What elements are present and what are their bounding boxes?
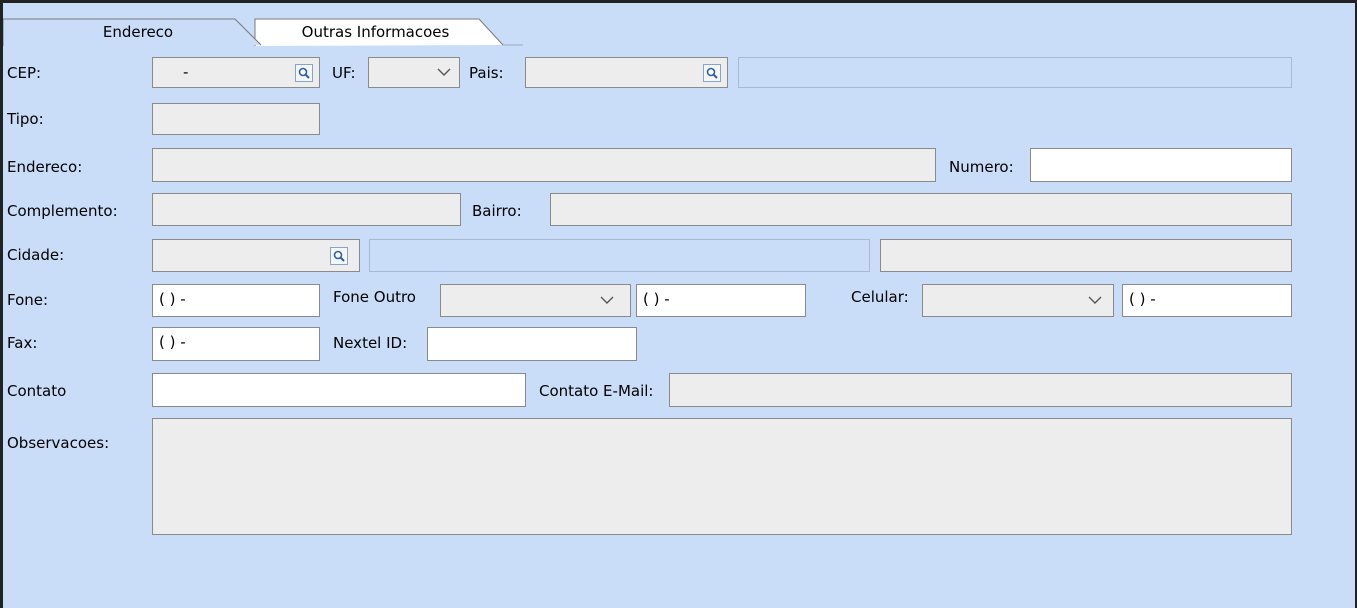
fone-label: Fone: (7, 291, 49, 309)
cidade-extra-display (880, 239, 1292, 272)
uf-chevron-down-icon[interactable] (437, 67, 451, 77)
fone-outro-chevron-down-icon[interactable] (600, 295, 614, 305)
nextel-label: Nextel ID: (333, 334, 408, 352)
pais-lookup-icon[interactable] (703, 64, 721, 82)
pais-input[interactable] (525, 57, 728, 88)
cidade-lookup-icon[interactable] (330, 247, 348, 265)
numero-input[interactable] (1030, 148, 1292, 182)
fone-outro-input[interactable]: ( ) - (636, 284, 806, 317)
pais-nome-display (738, 57, 1292, 88)
contato-input[interactable] (152, 373, 526, 407)
endereco-input[interactable] (152, 148, 936, 182)
cep-lookup-icon[interactable] (295, 64, 313, 82)
nextel-input[interactable] (427, 327, 637, 361)
cep-label: CEP: (7, 64, 42, 82)
tipo-input[interactable] (152, 103, 320, 135)
complemento-input[interactable] (152, 193, 461, 226)
cidade-nome-display (369, 239, 870, 272)
celular-tipo-select[interactable] (922, 284, 1114, 317)
fone-input[interactable]: ( ) - (152, 284, 320, 317)
endereco-label: Endereco: (7, 158, 83, 176)
fax-input[interactable]: ( ) - (152, 327, 320, 361)
observacoes-textarea[interactable] (152, 418, 1292, 535)
contato-email-input[interactable] (669, 373, 1292, 407)
numero-label: Numero: (949, 158, 1014, 176)
celular-label: Celular: (851, 288, 909, 306)
uf-label: UF: (332, 64, 356, 82)
pais-label: Pais: (469, 64, 504, 82)
bairro-label: Bairro: (472, 202, 522, 220)
contato-label: Contato (7, 382, 67, 400)
fax-label: Fax: (7, 334, 38, 352)
cidade-input[interactable] (152, 239, 360, 272)
celular-input[interactable]: ( ) - (1122, 284, 1292, 317)
form-panel: Endereco Outras Informacoes CEP: - UF: P… (0, 0, 1357, 608)
fone-outro-label: Fone Outro (333, 288, 416, 306)
tipo-label: Tipo: (7, 110, 44, 128)
cidade-label: Cidade: (7, 246, 65, 264)
contato-email-label: Contato E-Mail: (539, 382, 654, 400)
tab-endereco[interactable]: Endereco (63, 19, 213, 45)
bairro-input[interactable] (550, 193, 1292, 226)
observacoes-label: Observacoes: (7, 434, 110, 452)
complemento-label: Complemento: (7, 202, 118, 220)
celular-chevron-down-icon[interactable] (1088, 295, 1102, 305)
tab-outras-informacoes[interactable]: Outras Informacoes (268, 19, 483, 45)
